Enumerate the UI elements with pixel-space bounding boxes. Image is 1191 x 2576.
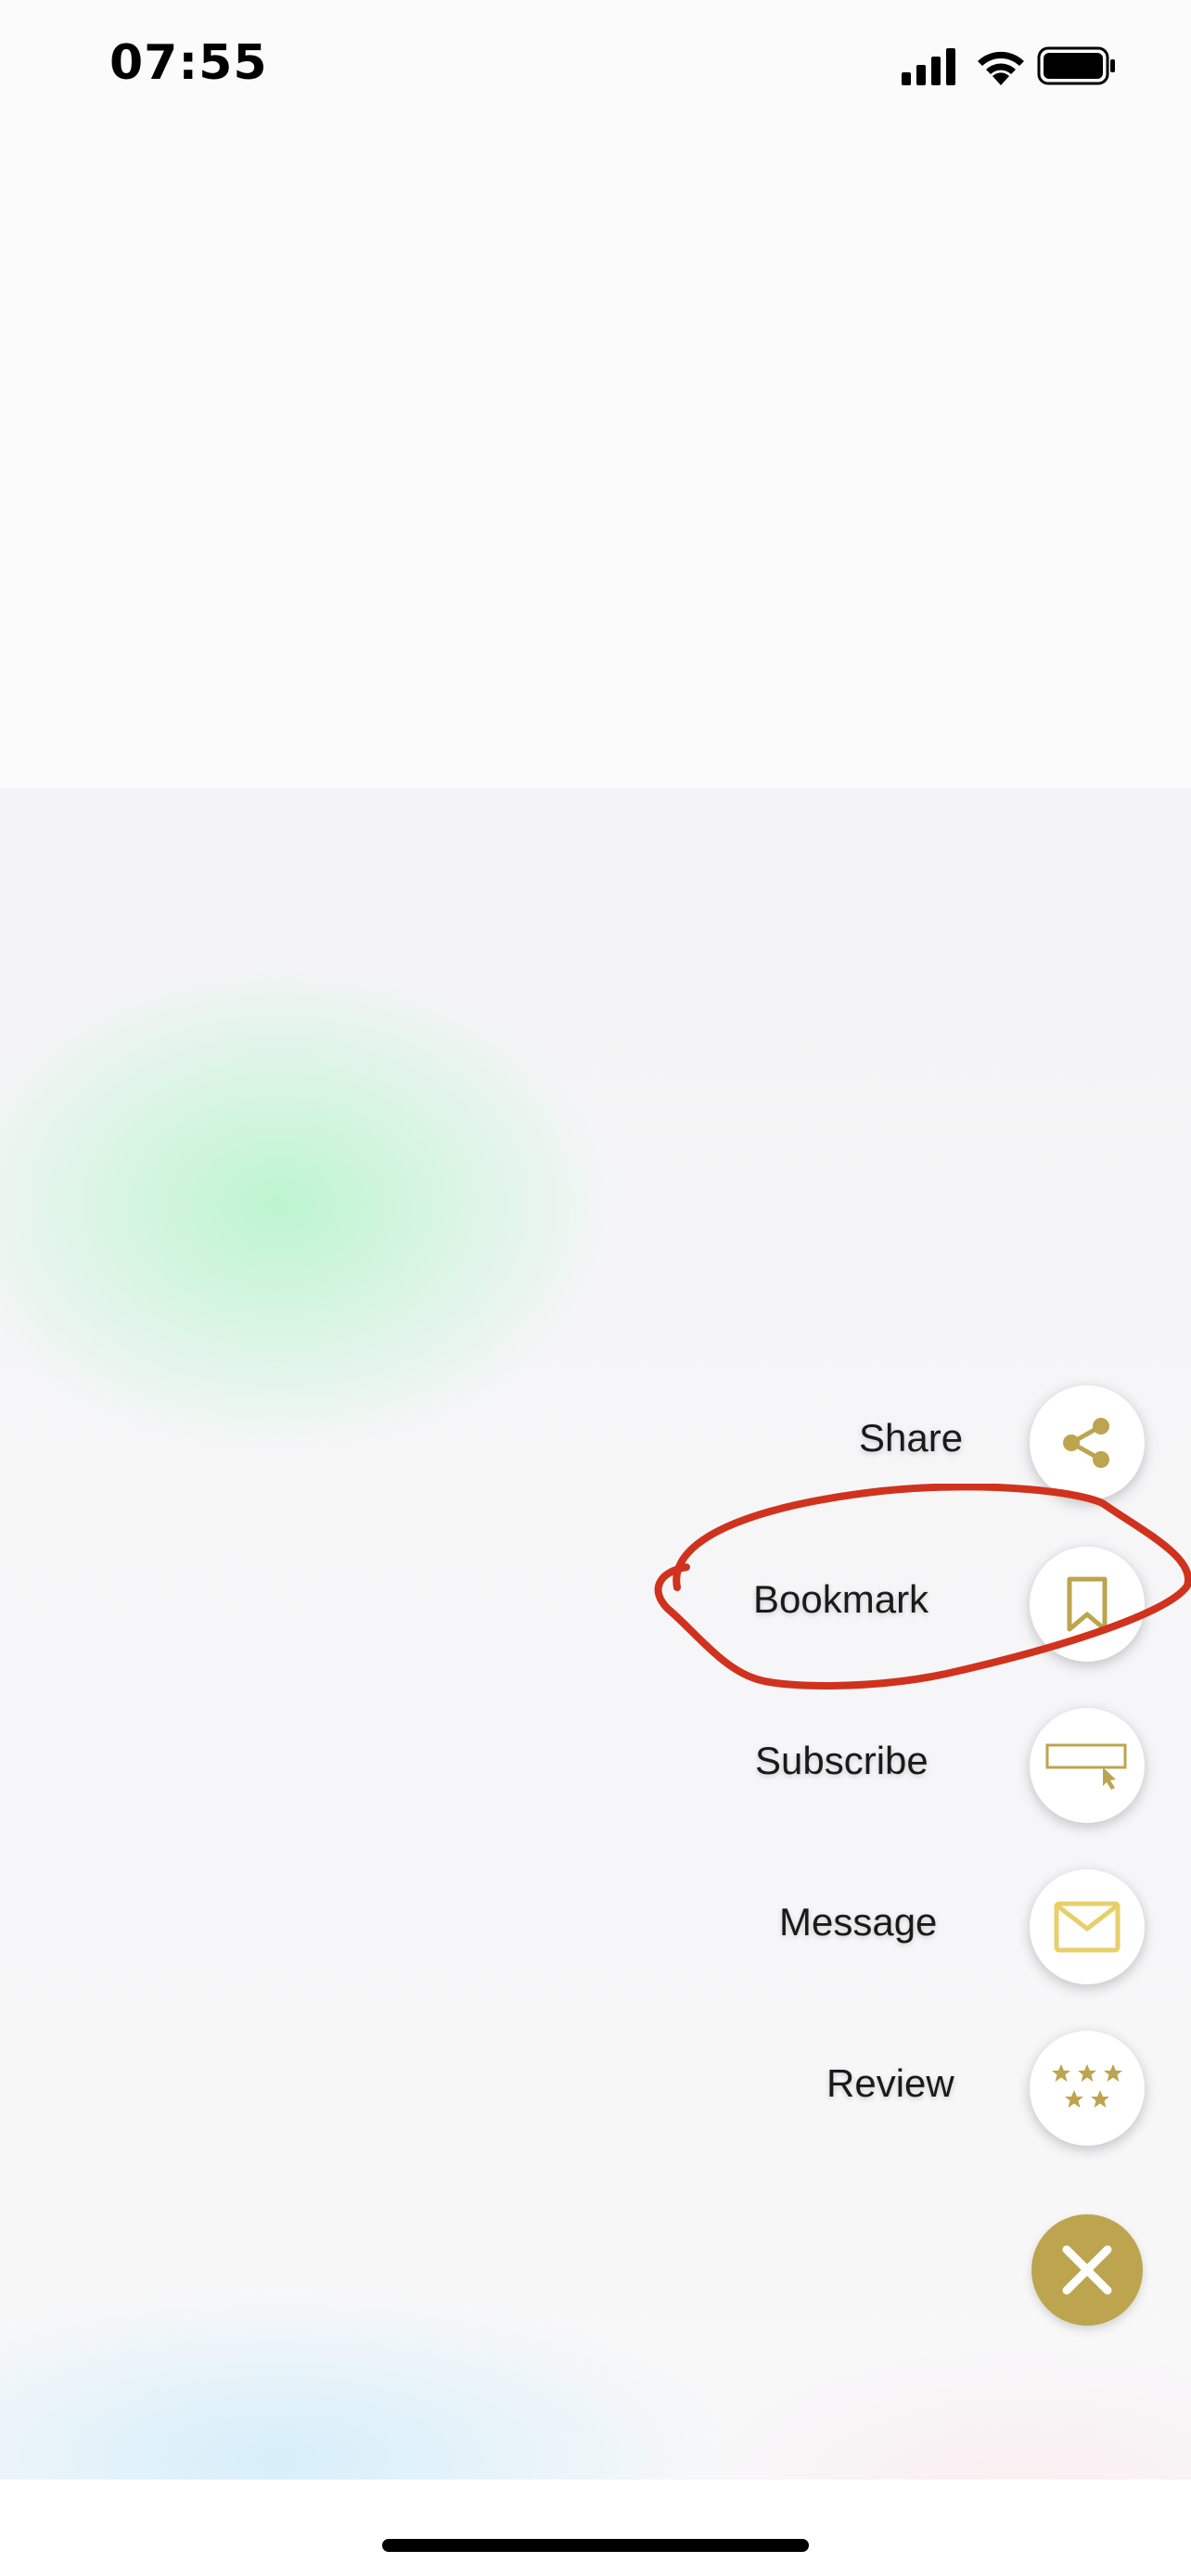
bookmark-label: Bookmark bbox=[753, 1577, 929, 1621]
envelope-icon bbox=[1054, 1901, 1121, 1953]
share-label: Share bbox=[859, 1416, 964, 1460]
battery-icon bbox=[1037, 46, 1115, 85]
subscribe-label: Subscribe bbox=[755, 1739, 928, 1782]
bookmark-button[interactable] bbox=[1030, 1547, 1145, 1662]
close-button[interactable] bbox=[1031, 2214, 1143, 2326]
bottom-bar bbox=[0, 2480, 1191, 2576]
signal-icon bbox=[902, 48, 955, 85]
message-button[interactable] bbox=[1030, 1869, 1145, 1984]
wifi-icon bbox=[978, 51, 1024, 85]
status-time: 07:55 bbox=[109, 35, 268, 91]
stars-icon bbox=[1052, 2064, 1122, 2108]
review-button[interactable] bbox=[1030, 2031, 1145, 2146]
review-label: Review bbox=[826, 2061, 954, 2105]
close-icon bbox=[1062, 2245, 1112, 2295]
status-bar: 07:55 bbox=[0, 0, 1191, 130]
subscribe-button[interactable] bbox=[1030, 1708, 1145, 1823]
subscribe-icon bbox=[1045, 1743, 1127, 1790]
share-button[interactable] bbox=[1030, 1385, 1145, 1500]
message-label: Message bbox=[779, 1900, 938, 1944]
background bbox=[0, 0, 1191, 2576]
share-icon bbox=[1063, 1418, 1109, 1468]
home-indicator[interactable] bbox=[382, 2539, 809, 2552]
bookmark-icon bbox=[1067, 1576, 1108, 1632]
